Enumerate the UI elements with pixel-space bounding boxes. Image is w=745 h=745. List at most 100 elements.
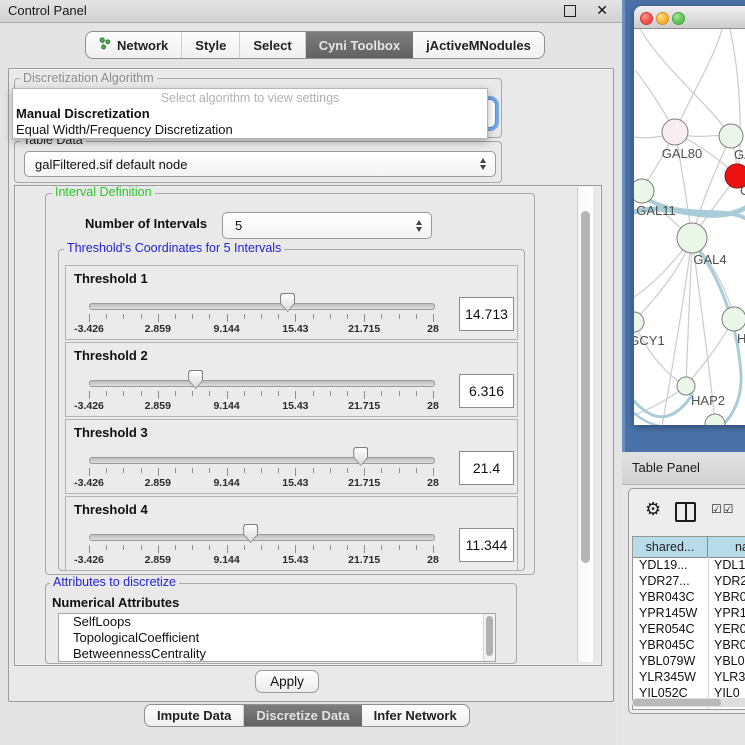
columns-icon[interactable] — [675, 502, 696, 522]
table-data-combo[interactable]: galFiltered.sif default node — [24, 151, 496, 177]
tick-mark — [261, 391, 262, 396]
tick-mark — [347, 391, 348, 396]
table-row[interactable]: YER054CYER0 — [633, 621, 745, 637]
tick-mark — [347, 468, 348, 473]
tick-mark — [364, 468, 365, 476]
threshold-2-value[interactable]: 6.316 — [459, 374, 514, 408]
threshold-3-slider[interactable]: -3.4262.8599.14415.4321.71528 — [66, 420, 517, 493]
interval-definition-title: Interval Definition — [52, 186, 155, 199]
table-row[interactable]: YDL19...YDL1 — [633, 557, 745, 573]
network-edge[interactable] — [662, 238, 692, 425]
tick-mark — [106, 391, 107, 396]
algorithm-dropdown-popup: Select algorithm to view settings Manual… — [12, 88, 488, 139]
algorithm-prompt-item[interactable]: Select algorithm to view settings — [13, 89, 487, 106]
slider-tick-labels: -3.4262.8599.14415.4321.71528 — [66, 477, 517, 490]
table-row[interactable]: YBL079WYBL0 — [633, 653, 745, 669]
threshold-4-value[interactable]: 11.344 — [459, 528, 514, 562]
tick-mark — [364, 391, 365, 399]
tick-mark — [192, 468, 193, 473]
checkbox-icons[interactable]: ☑☑ — [711, 502, 735, 516]
vertical-scrollbar[interactable] — [577, 187, 593, 662]
algorithm-item-equal-width[interactable]: Equal Width/Frequency Discretization — [13, 122, 487, 138]
scrollbar-thumb[interactable] — [633, 699, 721, 706]
float-window-icon[interactable] — [564, 5, 576, 17]
network-node[interactable] — [719, 124, 743, 148]
network-edge[interactable] — [640, 29, 731, 136]
number-of-intervals-combo[interactable]: 5 — [222, 212, 432, 239]
threshold-4-panel: Threshold 4 -3.4262.8599.14415.4321.7152… — [65, 496, 518, 571]
network-node[interactable] — [662, 119, 688, 145]
algorithm-item-manual[interactable]: Manual Discretization — [13, 106, 487, 122]
tick-label: 2.859 — [136, 400, 180, 412]
network-node[interactable] — [677, 223, 707, 253]
close-icon[interactable]: ✕ — [596, 2, 608, 19]
number-of-intervals-label: Number of Intervals — [85, 216, 207, 231]
threshold-4-slider[interactable]: -3.4262.8599.14415.4321.71528 — [66, 497, 517, 570]
tab-jactivemnodules[interactable]: jActiveMNodules — [413, 32, 544, 58]
table-row[interactable]: YLR345WYLR3 — [633, 669, 745, 685]
slider-track[interactable] — [89, 457, 435, 464]
network-node[interactable] — [634, 179, 654, 203]
gear-icon[interactable]: ⚙ — [645, 499, 661, 520]
node-table: shared... na YDL19...YDL1YDR27...YDR2YBR… — [632, 536, 745, 710]
table-rows: YDL19...YDL1YDR27...YDR2YBR043CYBR0YPR14… — [633, 557, 745, 709]
apply-button[interactable]: Apply — [255, 670, 319, 693]
tick-mark — [158, 391, 159, 399]
column-header-name[interactable]: na — [708, 537, 745, 557]
slider-track[interactable] — [89, 380, 435, 387]
control-panel-tabbar: Network Style Select Cyni Toolbox jActiv… — [85, 31, 545, 59]
network-node[interactable] — [634, 312, 644, 332]
tab-cyni-toolbox[interactable]: Cyni Toolbox — [306, 32, 413, 58]
node-label: GAL11 — [636, 203, 676, 218]
tick-mark — [158, 314, 159, 322]
tick-mark — [278, 545, 279, 550]
attributes-items: SelfLoopsTopologicalCoefficientBetweenne… — [59, 614, 495, 662]
attribute-item[interactable]: BetweennessCentrality — [59, 646, 495, 662]
network-node[interactable] — [722, 307, 745, 331]
tick-label: 9.144 — [205, 477, 249, 489]
tick-label: 15.43 — [273, 477, 317, 489]
table-row[interactable]: YBR043CYBR0 — [633, 589, 745, 605]
window-minimize-icon[interactable] — [656, 12, 669, 25]
table-row[interactable]: YDR27...YDR2 — [633, 573, 745, 589]
tick-label: 9.144 — [205, 323, 249, 335]
tab-impute-data[interactable]: Impute Data — [145, 705, 244, 726]
network-window-titlebar[interactable] — [634, 6, 745, 29]
tab-select[interactable]: Select — [240, 32, 305, 58]
column-header-shared-name[interactable]: shared... — [633, 537, 708, 557]
scrollbar-thumb[interactable] — [486, 616, 493, 656]
tab-style[interactable]: Style — [182, 32, 240, 58]
tick-mark — [278, 468, 279, 473]
window-close-icon[interactable] — [640, 12, 653, 25]
tick-mark — [89, 545, 90, 553]
tab-discretize-data[interactable]: Discretize Data — [244, 705, 361, 726]
window-zoom-icon[interactable] — [672, 12, 685, 25]
network-edge[interactable] — [634, 395, 692, 417]
threshold-1-value[interactable]: 14.713 — [459, 297, 514, 331]
slider-track[interactable] — [89, 303, 435, 310]
attribute-item[interactable]: TopologicalCoefficient — [59, 630, 495, 646]
network-canvas[interactable]: GAL80GACGAL11GAL4GCY1HHAP2 — [634, 29, 745, 425]
tick-label: -3.426 — [67, 477, 111, 489]
horizontal-scrollbar[interactable] — [632, 698, 745, 707]
table-row[interactable]: YBR045CYBR0 — [633, 637, 745, 653]
tick-mark — [209, 468, 210, 473]
attribute-item[interactable]: SelfLoops — [59, 614, 495, 630]
tick-mark — [295, 391, 296, 399]
tab-network[interactable]: Network — [86, 32, 182, 58]
tab-jactivemnodules-label: jActiveMNodules — [426, 38, 531, 53]
table-panel-title: Table Panel — [632, 460, 700, 475]
threshold-1-panel: Threshold 1 -3.4262.8599.14415.4321.7152… — [65, 265, 518, 340]
table-row[interactable]: YPR145WYPR1 — [633, 605, 745, 621]
tab-infer-network[interactable]: Infer Network — [362, 705, 469, 726]
tick-mark — [295, 314, 296, 322]
scrollbar-thumb[interactable] — [581, 211, 590, 563]
tick-mark — [330, 468, 331, 473]
threshold-2-slider[interactable]: -3.4262.8599.14415.4321.71528 — [66, 343, 517, 416]
slider-track[interactable] — [89, 534, 435, 541]
numerical-attributes-list[interactable]: SelfLoopsTopologicalCoefficientBetweenne… — [58, 613, 496, 662]
attributes-scrollbar[interactable] — [483, 614, 495, 661]
threshold-1-slider[interactable]: -3.4262.8599.14415.4321.71528 — [66, 266, 517, 339]
threshold-3-value[interactable]: 21.4 — [459, 451, 514, 485]
network-node[interactable] — [705, 414, 725, 425]
